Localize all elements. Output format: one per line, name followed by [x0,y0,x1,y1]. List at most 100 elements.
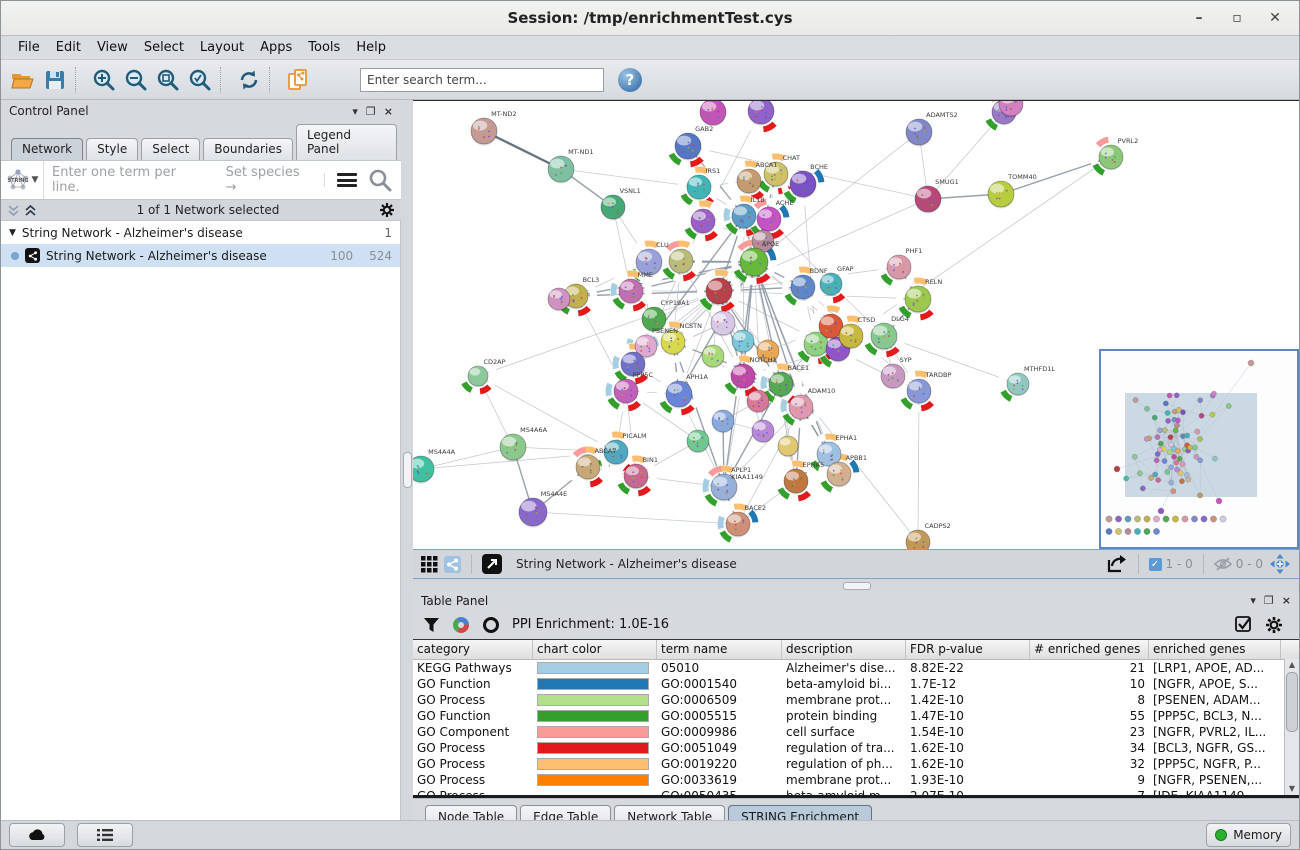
network-node[interactable] [669,249,693,274]
column-header-term-name[interactable]: term name [657,640,782,659]
network-node[interactable] [726,512,750,537]
network-node[interactable] [887,255,911,280]
network-node[interactable] [732,204,756,229]
scroll-thumb[interactable] [1286,672,1298,732]
network-node[interactable] [740,248,768,278]
menu-item-select[interactable]: Select [137,38,191,57]
float-panel-icon[interactable]: ❐ [366,105,376,118]
network-node[interactable] [666,381,692,409]
network-node[interactable] [752,420,774,443]
tab-select[interactable]: Select [141,138,200,160]
grid-view-icon[interactable] [421,556,438,573]
network-node[interactable] [691,209,715,234]
panel-menu-icon[interactable]: ▾ [1250,594,1256,607]
enrichment-row[interactable]: GO ProcessGO:0050435beta-amyloid m...2.0… [413,788,1299,795]
menu-item-file[interactable]: File [11,38,47,57]
tab-network[interactable]: Network [11,138,83,160]
selected-checkbox-icon[interactable]: ✓ [1149,558,1162,571]
network-node[interactable] [731,364,755,389]
network-node[interactable] [871,323,897,351]
network-node[interactable] [906,530,930,549]
search-input[interactable] [360,68,604,92]
menu-item-layout[interactable]: Layout [193,38,251,57]
column-header-chart-color[interactable]: chart color [533,640,657,659]
refresh-button[interactable] [233,65,265,95]
network-node[interactable] [988,181,1014,209]
export-network-icon[interactable] [1106,554,1128,574]
menu-item-help[interactable]: Help [349,38,393,57]
enrichment-row[interactable]: GO FunctionGO:0001540beta-amyloid bi...1… [413,676,1299,692]
birds-eye-view[interactable] [1099,349,1299,549]
network-node[interactable] [468,366,488,387]
save-session-button[interactable] [39,65,71,95]
network-node[interactable] [700,101,726,127]
network-node[interactable] [619,279,643,304]
expand-triangle-icon[interactable]: ▼ [9,228,16,238]
panel-divider[interactable] [401,100,413,820]
network-tree-row[interactable]: ▼String Network - Alzheimer's disease1 [1,221,400,244]
network-edge[interactable] [533,512,738,524]
network-node[interactable] [791,275,815,300]
divider-handle[interactable] [403,452,412,488]
enrichment-row[interactable]: KEGG Pathways05010Alzheimer's dise...8.8… [413,660,1299,676]
share-view-icon[interactable] [444,556,461,573]
enrichment-row[interactable]: GO ProcessGO:0051049regulation of tra...… [413,740,1299,756]
zoom-out-button[interactable] [120,65,152,95]
select-all-checkbox-icon[interactable] [1235,616,1253,634]
network-node[interactable] [732,330,754,353]
table-vscrollbar[interactable]: ▲ ▼ [1284,659,1299,795]
network-tree-row[interactable]: String Network - Alzheimer's disease1005… [1,244,400,267]
network-node[interactable] [748,101,774,126]
network-node[interactable] [778,436,798,457]
network-node[interactable] [784,469,808,494]
string-options-button[interactable] [324,173,357,187]
task-history-button[interactable] [77,823,133,847]
menu-item-edit[interactable]: Edit [49,38,88,57]
tab-style[interactable]: Style [86,138,138,160]
network-node[interactable] [413,456,434,484]
menu-item-tools[interactable]: Tools [301,38,347,57]
table-hscrollbar[interactable] [413,795,1299,798]
network-edge[interactable] [478,376,616,452]
network-node[interactable] [675,133,701,161]
network-node[interactable] [757,207,781,232]
enrichment-row[interactable]: GO ProcessGO:0033619membrane prot...1.93… [413,772,1299,788]
network-node[interactable] [881,364,905,389]
network-node[interactable] [500,434,526,462]
network-node[interactable] [905,286,931,314]
network-node[interactable] [827,462,851,487]
settings-gear-icon[interactable] [1265,616,1283,634]
zoom-selected-button[interactable] [184,65,216,95]
column-header--enriched-genes[interactable]: # enriched genes [1030,640,1149,659]
expand-all-icon[interactable] [24,204,37,217]
ring-chart-icon[interactable] [482,616,500,634]
network-node[interactable] [906,119,932,147]
network-node[interactable] [576,455,600,480]
network-node[interactable] [1007,373,1029,396]
tab-boundaries[interactable]: Boundaries [203,138,293,160]
network-node[interactable] [1099,145,1123,170]
maximize-button[interactable]: ▫ [1229,10,1245,26]
cloud-tasks-button[interactable] [9,823,65,847]
network-node[interactable] [519,498,547,528]
collapse-all-icon[interactable] [7,204,20,217]
help-button[interactable]: ? [618,68,642,92]
string-protein-query-selector[interactable]: STRING ▼ [1,161,44,199]
column-header-fdr-p-value[interactable]: FDR p-value [906,640,1030,659]
menu-item-view[interactable]: View [90,38,135,57]
open-session-button[interactable] [7,65,39,95]
column-header-category[interactable]: category [413,640,533,659]
network-node[interactable] [687,430,709,453]
network-node[interactable] [790,171,816,199]
network-view[interactable]: MT-ND2MT-ND1VSNL1GAB2IRS1ABCA1CHATBCHEIL… [413,100,1299,549]
filter-icon[interactable] [423,617,440,633]
network-node[interactable] [820,273,842,296]
close-button[interactable]: ✕ [1267,10,1283,26]
network-node[interactable] [769,372,793,397]
menu-item-apps[interactable]: Apps [253,38,299,57]
enrichment-row[interactable]: GO FunctionGO:0005515protein binding1.47… [413,708,1299,724]
close-panel-icon[interactable]: × [1282,594,1291,607]
network-node[interactable] [614,379,638,404]
tab-legend-panel[interactable]: Legend Panel [296,124,397,160]
clone-network-button[interactable] [282,65,314,95]
